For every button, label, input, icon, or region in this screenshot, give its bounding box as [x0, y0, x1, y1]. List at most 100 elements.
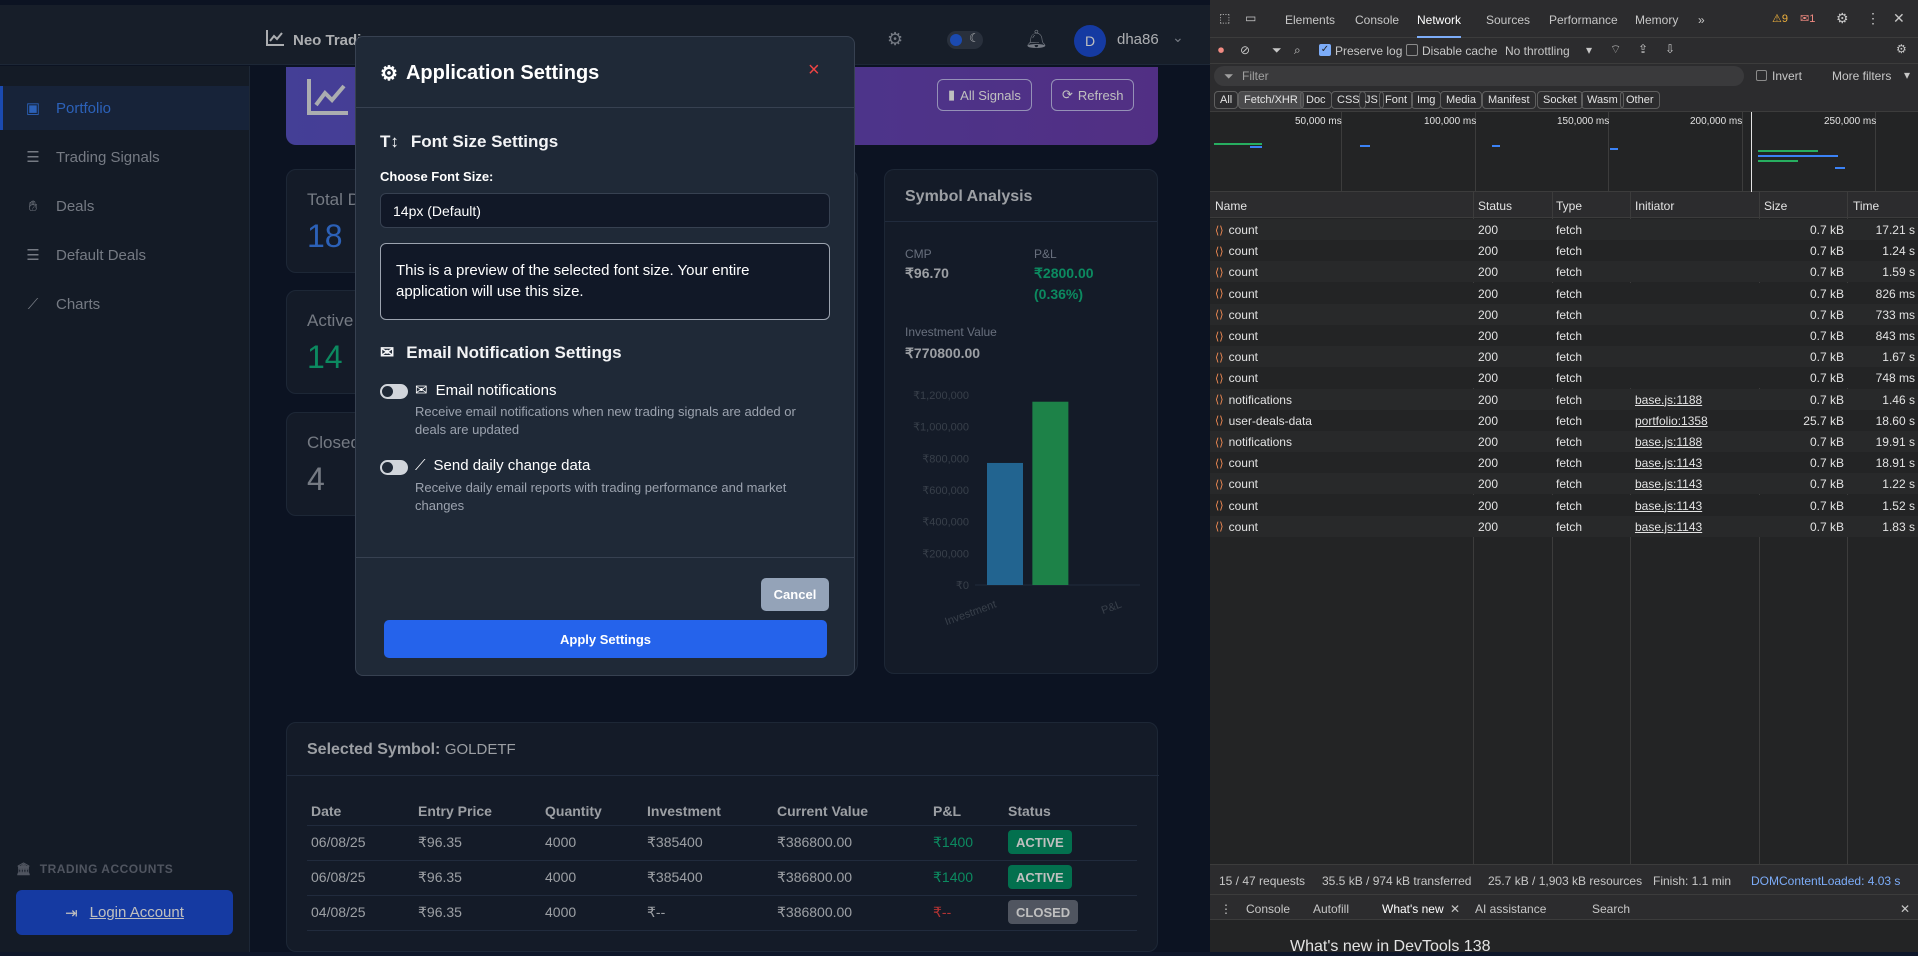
- tab-performance[interactable]: Performance: [1549, 13, 1618, 27]
- request-initiator-link[interactable]: base.js:1188: [1635, 435, 1702, 449]
- more-filters-button[interactable]: More filters: [1832, 69, 1891, 83]
- network-request-row[interactable]: ⟨⟩ count 200 fetch base.js:1143 0.7 kB 1.22 s: [1210, 473, 1918, 495]
- chip-other[interactable]: Other: [1620, 91, 1660, 109]
- email-notifications-toggle[interactable]: [380, 384, 408, 399]
- drawer-tab-autofill[interactable]: Autofill: [1313, 902, 1349, 916]
- tab-sources[interactable]: Sources: [1486, 13, 1530, 27]
- drawer-tab-whats-new[interactable]: What's new: [1382, 902, 1444, 916]
- network-request-row[interactable]: ⟨⟩ count 200 fetch base.js:1143 0.7 kB 18.91 s: [1210, 452, 1918, 474]
- tab-elements[interactable]: Elements: [1285, 13, 1335, 27]
- gear-icon[interactable]: ⚙: [1836, 10, 1849, 27]
- device-toggle-icon[interactable]: ▭: [1245, 11, 1256, 25]
- network-request-row[interactable]: ⟨⟩ count 200 fetch base.js:1143 0.7 kB 1.52 s: [1210, 494, 1918, 516]
- fetch-icon: ⟨⟩: [1215, 266, 1224, 279]
- chip-font[interactable]: Font: [1379, 91, 1414, 109]
- chip-fetch-xhr[interactable]: Fetch/XHR: [1238, 91, 1304, 109]
- network-request-row[interactable]: ⟨⟩ count 200 fetch 0.7 kB 843 ms: [1210, 325, 1918, 346]
- network-request-row[interactable]: ⟨⟩ count 200 fetch 0.7 kB 1.59 s: [1210, 261, 1918, 283]
- kebab-menu-icon[interactable]: ⋮: [1866, 10, 1880, 27]
- request-type: fetch: [1556, 265, 1583, 280]
- col-header-time[interactable]: Time: [1853, 199, 1879, 213]
- timeline-bar: [1250, 146, 1262, 148]
- daily-change-toggle[interactable]: [380, 460, 408, 475]
- request-name-text: notifications: [1228, 392, 1292, 407]
- download-icon[interactable]: ⇩: [1665, 42, 1675, 56]
- drawer-tab-ai-assistance[interactable]: AI assistance: [1475, 902, 1546, 916]
- search-icon[interactable]: ⌕: [1294, 43, 1301, 58]
- modal-header: ⚙ Application Settings ×: [356, 37, 854, 108]
- network-request-row[interactable]: ⟨⟩ count 200 fetch 0.7 kB 733 ms: [1210, 303, 1918, 325]
- request-initiator-link[interactable]: base.js:1143: [1635, 520, 1702, 534]
- chip-socket[interactable]: Socket: [1537, 91, 1583, 109]
- chip-all[interactable]: All: [1214, 91, 1239, 109]
- kebab-menu-icon[interactable]: ⋮: [1220, 902, 1232, 916]
- request-initiator-link[interactable]: base.js:1143: [1635, 456, 1702, 470]
- network-request-row[interactable]: ⟨⟩ count 200 fetch base.js:1143 0.7 kB 1.83 s: [1210, 515, 1918, 537]
- wifi-icon[interactable]: ⌔: [1610, 42, 1621, 57]
- invert-checkbox[interactable]: [1756, 70, 1767, 81]
- col-header-status[interactable]: Status: [1478, 199, 1512, 213]
- filter-bar: ⏷ Filter Invert More filters ▾: [1210, 64, 1918, 88]
- network-request-row[interactable]: ⟨⟩ count 200 fetch 0.7 kB 748 ms: [1210, 367, 1918, 389]
- request-size: 0.7 kB: [1809, 477, 1844, 492]
- throttling-select[interactable]: No throttling: [1505, 44, 1570, 58]
- chart-line-icon: ⟋: [415, 457, 426, 474]
- network-request-row[interactable]: ⟨⟩ count 200 fetch 0.7 kB 826 ms: [1210, 282, 1918, 304]
- chip-wasm[interactable]: Wasm: [1581, 91, 1624, 109]
- request-name-text: count: [1228, 371, 1258, 386]
- tab-console[interactable]: Console: [1355, 13, 1399, 27]
- request-initiator-link[interactable]: portfolio:1358: [1635, 414, 1708, 428]
- request-status: 200: [1478, 456, 1499, 471]
- tab-network[interactable]: Network: [1417, 13, 1462, 38]
- divider: [356, 557, 854, 558]
- envelope-icon: ✉: [415, 382, 428, 399]
- network-request-row[interactable]: ⟨⟩ count 200 fetch 0.7 kB 1.67 s: [1210, 346, 1918, 368]
- chip-media[interactable]: Media: [1440, 91, 1482, 109]
- network-request-row[interactable]: ⟨⟩ notifications 200 fetch base.js:1188 0.7 k…: [1210, 431, 1918, 452]
- cancel-button[interactable]: Cancel: [761, 578, 829, 611]
- close-icon[interactable]: ✕: [1893, 10, 1905, 27]
- gear-icon[interactable]: ⚙: [1896, 42, 1907, 56]
- filter-input[interactable]: ⏷ Filter: [1214, 66, 1744, 86]
- apply-settings-button[interactable]: Apply Settings: [384, 620, 827, 658]
- error-icon[interactable]: ✉1: [1800, 12, 1815, 25]
- request-initiator-link[interactable]: base.js:1143: [1635, 477, 1702, 491]
- network-request-row[interactable]: ⟨⟩ notifications 200 fetch base.js:1188 0.7 k…: [1210, 388, 1918, 410]
- request-time: 1.67 s: [1882, 350, 1915, 365]
- col-header-type[interactable]: Type: [1556, 199, 1582, 213]
- disable-cache-checkbox[interactable]: [1406, 44, 1418, 56]
- drawer-tab-console[interactable]: Console: [1246, 902, 1290, 916]
- network-request-row[interactable]: ⟨⟩ count 200 fetch 0.7 kB 1.24 s: [1210, 240, 1918, 262]
- request-initiator-link[interactable]: base.js:1143: [1635, 499, 1702, 513]
- timeline-tick: 150,000 ms: [1557, 116, 1610, 127]
- close-icon[interactable]: ✕: [1450, 902, 1460, 916]
- warning-icon[interactable]: ⚠9: [1772, 12, 1788, 25]
- filter-icon[interactable]: ⏷: [1272, 43, 1282, 58]
- chip-doc[interactable]: Doc: [1300, 91, 1332, 109]
- network-request-row[interactable]: ⟨⟩ count 200 fetch 0.7 kB 17.21 s: [1210, 219, 1918, 240]
- upload-icon[interactable]: ⇪: [1638, 42, 1648, 56]
- request-status: 200: [1478, 286, 1499, 301]
- font-size-select[interactable]: 14px (Default): [380, 193, 830, 228]
- font-preview-box: This is a preview of the selected font s…: [380, 243, 830, 320]
- network-timeline-overview[interactable]: 50,000 ms 100,000 ms 150,000 ms 200,000 …: [1210, 112, 1918, 192]
- chip-img[interactable]: Img: [1411, 91, 1442, 109]
- chip-manifest[interactable]: Manifest: [1482, 91, 1536, 109]
- drawer-tab-search[interactable]: Search: [1592, 902, 1630, 916]
- tab-memory[interactable]: Memory: [1635, 13, 1678, 27]
- col-header-initiator[interactable]: Initiator: [1635, 199, 1674, 213]
- close-icon[interactable]: ×: [808, 59, 820, 82]
- preserve-log-checkbox[interactable]: ✓: [1319, 44, 1331, 56]
- network-request-row[interactable]: ⟨⟩ user-deals-data 200 fetch portfolio:1358 2…: [1210, 409, 1918, 431]
- request-initiator-link[interactable]: base.js:1188: [1635, 393, 1702, 407]
- fetch-icon: ⟨⟩: [1215, 457, 1224, 470]
- close-icon[interactable]: ✕: [1900, 902, 1910, 916]
- disable-cache-label: Disable cache: [1422, 44, 1498, 58]
- more-tabs-icon[interactable]: »: [1698, 13, 1705, 27]
- request-size: 0.7 kB: [1809, 329, 1844, 343]
- record-icon[interactable]: ⏺: [1218, 43, 1224, 58]
- inspect-icon[interactable]: ⬚: [1219, 11, 1230, 25]
- col-header-size[interactable]: Size: [1764, 199, 1787, 213]
- clear-icon[interactable]: ⊘: [1240, 43, 1250, 57]
- col-header-name[interactable]: Name: [1215, 199, 1247, 213]
